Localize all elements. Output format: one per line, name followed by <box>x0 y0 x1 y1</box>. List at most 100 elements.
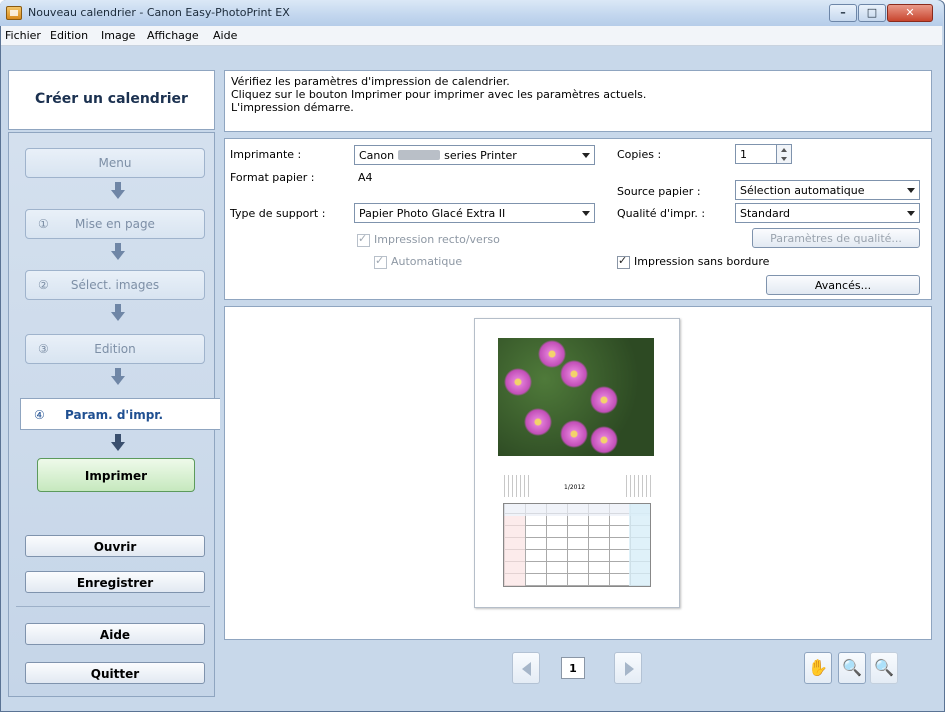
zoom-in-button[interactable]: 🔍 <box>838 652 866 684</box>
step-number: ④ <box>34 408 45 422</box>
menu-affichage[interactable]: Affichage <box>147 29 199 42</box>
media-type-select[interactable]: Papier Photo Glacé Extra II <box>354 203 595 223</box>
maximize-button[interactable]: □ <box>858 4 886 22</box>
check-icon: ✓ <box>618 254 628 267</box>
flower-shape <box>538 340 566 368</box>
media-type-value: Papier Photo Glacé Extra II <box>359 207 506 220</box>
sidebar-title: Créer un calendrier <box>35 91 188 107</box>
quality-settings-label: Paramètres de qualité... <box>770 232 902 245</box>
flower-shape <box>524 408 552 436</box>
step-edit-button[interactable]: ③ Edition <box>25 334 205 364</box>
auto-duplex-label: Automatique <box>391 255 463 268</box>
flower-shape <box>560 420 588 448</box>
redacted-model <box>398 150 441 160</box>
advanced-button[interactable]: Avancés... <box>766 275 920 295</box>
step-edit-label: Edition <box>94 342 136 356</box>
zoom-out-button[interactable]: 🔍 <box>870 652 898 684</box>
menu-aide[interactable]: Aide <box>213 29 237 42</box>
instruction-line: Cliquez sur le bouton Imprimer pour impr… <box>231 88 647 101</box>
open-button[interactable]: Ouvrir <box>25 535 205 557</box>
close-button[interactable]: ✕ <box>887 4 933 22</box>
save-button-label: Enregistrer <box>76 576 154 590</box>
copies-input[interactable]: 1 <box>735 144 777 164</box>
quality-select[interactable]: Standard <box>735 203 920 223</box>
sunday-column <box>504 516 525 586</box>
step-layout-button[interactable]: ① Mise en page <box>25 209 205 239</box>
zoom-in-icon: 🔍 <box>842 658 862 677</box>
calendar-month: 1/2012 <box>564 484 586 491</box>
save-button[interactable]: Enregistrer <box>25 571 205 593</box>
quality-settings-button[interactable]: Paramètres de qualité... <box>752 228 920 248</box>
chevron-down-icon <box>582 211 590 216</box>
paper-source-label: Source papier : <box>617 185 701 198</box>
step-menu-button[interactable]: Menu <box>25 148 205 178</box>
paper-source-select[interactable]: Sélection automatique <box>735 180 920 200</box>
menu-fichier[interactable]: Fichier <box>5 29 41 42</box>
page-number: 1 <box>569 662 577 675</box>
advanced-button-label: Avancés... <box>814 279 872 292</box>
spin-up-icon <box>781 148 787 152</box>
printer-label: Imprimante : <box>230 148 302 161</box>
step-menu-label: Menu <box>98 156 132 170</box>
saturday-column <box>629 504 650 586</box>
arrow-down-icon <box>111 368 125 386</box>
step-select-images-label: Sélect. images <box>70 278 160 292</box>
check-icon: ✓ <box>375 254 385 267</box>
page-number-box: 1 <box>561 657 585 679</box>
app-icon <box>6 6 22 20</box>
minimize-button[interactable]: – <box>829 4 857 22</box>
chevron-left-icon <box>522 662 531 676</box>
auto-duplex-checkbox[interactable]: ✓ <box>374 254 387 269</box>
step-print-settings-label: Param. d'impr. <box>65 408 164 422</box>
menu-bar: Fichier Edition Image Affichage Aide <box>1 26 942 46</box>
hand-icon: ✋ <box>808 658 828 677</box>
calendar-grid <box>503 503 651 587</box>
window-title: Nouveau calendrier - Canon Easy-PhotoPri… <box>28 6 290 19</box>
title-bar[interactable]: Nouveau calendrier - Canon Easy-PhotoPri… <box>0 0 943 26</box>
open-button-label: Ouvrir <box>93 540 137 554</box>
print-button-label: Imprimer <box>84 469 148 483</box>
copies-spinner[interactable] <box>776 144 792 164</box>
borderless-checkbox[interactable]: ✓ <box>617 254 630 269</box>
step-print-settings-tab[interactable]: ④ Param. d'impr. <box>20 398 220 430</box>
chevron-down-icon <box>907 211 915 216</box>
minimize-icon: – <box>840 6 846 19</box>
chevron-down-icon <box>582 153 590 158</box>
mini-calendar-next <box>626 475 652 497</box>
next-page-button[interactable] <box>614 652 642 684</box>
quit-button[interactable]: Quitter <box>25 662 205 684</box>
sidebar-header: Créer un calendrier <box>8 70 215 130</box>
duplex-checkbox[interactable]: ✓ <box>357 232 370 247</box>
flower-shape <box>590 386 618 414</box>
printer-select[interactable]: Canon series Printer <box>354 145 595 165</box>
flower-shape <box>560 360 588 388</box>
paper-size-value: A4 <box>358 171 373 184</box>
quality-label: Qualité d'impr. : <box>617 207 706 220</box>
step-layout-label: Mise en page <box>75 217 155 231</box>
flower-photo <box>498 338 654 456</box>
menu-image[interactable]: Image <box>101 29 135 42</box>
media-type-label: Type de support : <box>230 207 326 220</box>
mini-calendar-prev <box>504 475 530 497</box>
instruction-line: Vérifiez les paramètres d'impression de … <box>231 75 510 88</box>
prev-page-button[interactable] <box>512 652 540 684</box>
arrow-down-icon <box>111 243 125 261</box>
printer-series: series Printer <box>444 149 517 162</box>
close-icon: ✕ <box>905 6 915 19</box>
instruction-line: L'impression démarre. <box>231 101 354 114</box>
copies-label: Copies : <box>617 148 662 161</box>
arrow-down-icon <box>111 434 125 452</box>
arrow-down-icon <box>111 182 125 200</box>
flower-shape <box>590 426 618 454</box>
print-button[interactable]: Imprimer <box>37 458 195 492</box>
help-button[interactable]: Aide <box>25 623 205 645</box>
step-select-images-button[interactable]: ② Sélect. images <box>25 270 205 300</box>
maximize-icon: □ <box>866 6 878 19</box>
hand-tool-button[interactable]: ✋ <box>804 652 832 684</box>
help-button-label: Aide <box>99 628 131 642</box>
spin-down-icon <box>781 157 787 161</box>
printer-brand: Canon <box>359 149 395 162</box>
menu-edition[interactable]: Edition <box>50 29 88 42</box>
chevron-right-icon <box>625 662 634 676</box>
copies-value: 1 <box>740 148 747 161</box>
